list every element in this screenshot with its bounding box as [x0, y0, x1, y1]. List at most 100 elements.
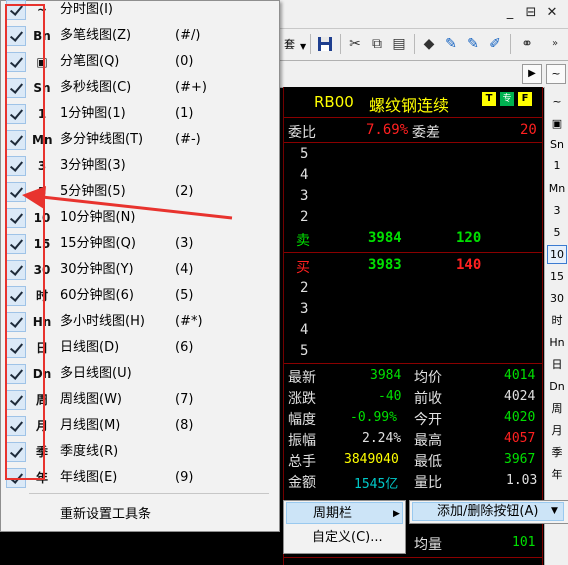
stat-value: 3984: [370, 368, 402, 383]
menu-item-shortcut: (0): [175, 54, 194, 69]
divider: [284, 142, 542, 143]
menu-item-label: 多分钟线图(T): [60, 132, 144, 147]
avg-volume-label: 均量: [414, 537, 442, 553]
draw-multi-icon[interactable]: ✎: [462, 33, 484, 55]
period-btn-week[interactable]: 周: [547, 399, 567, 418]
stat-label: 均价: [414, 370, 442, 386]
stat-label: 总手: [288, 454, 316, 470]
bid-level-4: 4: [300, 322, 309, 338]
divider: [284, 117, 542, 118]
stat-value: 1545亿: [354, 477, 399, 492]
stat-value: 4014: [504, 368, 536, 383]
close-button[interactable]: ✕: [544, 4, 560, 22]
period-btn-3min[interactable]: 3: [547, 201, 567, 220]
draw-erase-icon[interactable]: ✐: [484, 33, 506, 55]
period-btn-minute[interactable]: ~: [547, 92, 567, 111]
period-btn-day[interactable]: 日: [547, 355, 567, 374]
menu-item-shortcut: (#*): [175, 314, 203, 329]
menu-item-shortcut: (#/): [175, 28, 201, 43]
cut-icon[interactable]: ✂: [344, 33, 366, 55]
menu-item-shortcut: (2): [175, 184, 194, 199]
menu-item-label: 周期栏: [313, 506, 353, 521]
buy-volume: 140: [456, 257, 482, 273]
period-btn-seconds[interactable]: Sn: [547, 135, 567, 154]
menu-item-label: 5分钟图(5): [60, 184, 126, 199]
minimize-button[interactable]: _: [502, 4, 518, 22]
stat-label: 今开: [414, 412, 442, 428]
stat-value: 1.03: [506, 473, 538, 488]
sell-label: 卖: [296, 233, 310, 249]
t-badge[interactable]: T: [482, 92, 496, 106]
window-title-bar: _ ⊟ ✕: [278, 0, 568, 29]
period-btn-15min[interactable]: 15: [547, 267, 567, 286]
weibi-value: 7.69%: [366, 122, 409, 138]
buy-label: 买: [296, 260, 310, 276]
menu-item-label: 日线图(D): [60, 340, 120, 355]
minute-chart-icon[interactable]: ~: [546, 64, 566, 84]
period-btn-multi-day[interactable]: Dn: [547, 377, 567, 396]
divider: [284, 557, 542, 558]
divider: [284, 252, 542, 253]
save-icon[interactable]: [314, 33, 336, 55]
scroll-right-button[interactable]: ▶: [522, 64, 542, 84]
binoculars-icon[interactable]: ⚭: [516, 33, 538, 55]
menu-item-label: 分时图(I): [60, 2, 113, 17]
ask-level-2: 2: [300, 209, 309, 225]
menu-item-label: 自定义(C)...: [312, 530, 383, 545]
stat-label: 最低: [414, 454, 442, 470]
period-btn-5min[interactable]: 5: [547, 223, 567, 242]
customize-menu-item[interactable]: 自定义(C)...: [286, 527, 403, 549]
period-btn-multi-hour[interactable]: Hn: [547, 333, 567, 352]
menu-item-shortcut: (3): [175, 236, 194, 251]
stat-label: 最新: [288, 370, 316, 386]
period-bar-menu-item[interactable]: 周期栏 ▶: [286, 502, 403, 524]
period-btn-30min[interactable]: 30: [547, 289, 567, 308]
toolbar-more-icon[interactable]: »: [544, 33, 566, 55]
draw-line-icon[interactable]: ✎: [440, 33, 462, 55]
buy-price: 3983: [368, 257, 402, 273]
period-btn-multi-min[interactable]: Mn: [547, 179, 567, 198]
stat-value: -40: [378, 389, 402, 404]
stat-value: 2.24%: [362, 431, 402, 446]
period-btn-quarter[interactable]: 季: [547, 443, 567, 462]
stat-value: 3967: [504, 452, 536, 467]
restore-button[interactable]: ⊟: [523, 4, 539, 22]
ask-level-5: 5: [300, 146, 309, 162]
toolbar-dropdown[interactable]: 套: [284, 36, 295, 52]
toolbar-separator: [510, 34, 511, 54]
f-badge[interactable]: F: [518, 92, 532, 106]
menu-item-shortcut: (4): [175, 262, 194, 277]
add-remove-button-item[interactable]: 添加/删除按钮(A) ▼: [412, 502, 564, 521]
weicha-label: 委差: [412, 125, 440, 141]
period-btn-tick[interactable]: ▣: [547, 114, 567, 133]
weibi-label: 委比: [288, 125, 316, 141]
chevron-right-icon: ▶: [393, 509, 400, 519]
period-btn-10min[interactable]: 10: [547, 245, 567, 264]
annotation-highlight-box: [5, 4, 45, 480]
menu-item-label: 15分钟图(Q): [60, 236, 136, 251]
menu-item-shortcut: (8): [175, 418, 194, 433]
bid-level-3: 3: [300, 301, 309, 317]
special-badge[interactable]: 专: [500, 92, 514, 106]
toolbar-separator: [340, 34, 341, 54]
menu-item-shortcut: (9): [175, 470, 194, 485]
contract-code: RB00: [314, 93, 354, 111]
menu-separator: [29, 493, 269, 494]
reset-toolbar-item[interactable]: 重新设置工具条: [60, 503, 151, 522]
menu-item-shortcut: (1): [175, 106, 194, 121]
sub-toolbar: ▶ ~: [278, 61, 568, 88]
period-btn-60min[interactable]: 时: [547, 311, 567, 330]
sell-volume: 120: [456, 230, 482, 246]
paste-icon[interactable]: ▤: [388, 33, 410, 55]
stat-label: 前收: [414, 391, 442, 407]
sell-price: 3984: [368, 230, 402, 246]
menu-item-label: 10分钟图(N): [60, 210, 136, 225]
period-btn-year[interactable]: 年: [547, 465, 567, 484]
period-btn-1min[interactable]: 1: [547, 156, 567, 175]
menu-item-label: 多日线图(U): [60, 366, 132, 381]
period-toolbar: ~ ▣ Sn 1 Mn 3 5 10 15 30 时 Hn 日 Dn 周 月 季…: [544, 87, 568, 565]
menu-item-label: 添加/删除按钮(A): [437, 504, 539, 519]
copy-icon[interactable]: ⧉: [366, 33, 388, 55]
period-btn-month[interactable]: 月: [547, 421, 567, 440]
draw-tool-icon[interactable]: ◆: [418, 33, 440, 55]
